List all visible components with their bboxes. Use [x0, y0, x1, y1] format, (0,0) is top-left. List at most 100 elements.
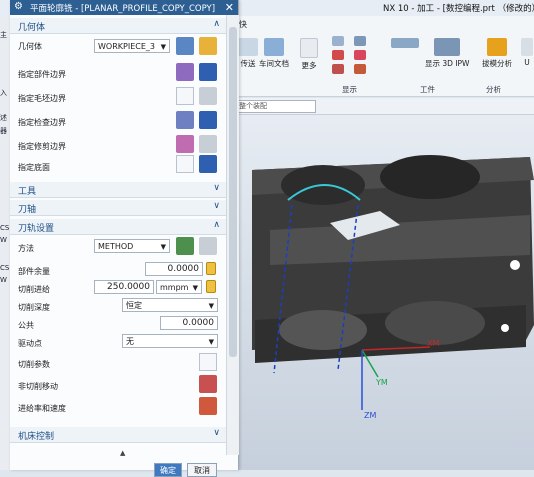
more-label: 更多 — [301, 61, 317, 70]
non-cut-icon[interactable] — [199, 375, 217, 393]
close-icon[interactable]: ✕ — [225, 1, 234, 14]
view-tool-icon — [354, 36, 366, 46]
x-axis-label: XM — [427, 339, 440, 348]
non-cut-label: 非切削移动 — [18, 382, 58, 391]
geometry-value: WORKPIECE_3 — [98, 42, 155, 51]
strip-item[interactable]: CS — [0, 224, 9, 232]
depth-select[interactable]: 恒定 ▼ — [122, 298, 218, 312]
feed-input[interactable]: 250.0000 — [94, 280, 154, 294]
u-icon — [521, 38, 533, 56]
ipw-icon — [434, 38, 461, 56]
trim-boundary-icon[interactable] — [176, 135, 194, 153]
chevron-up-icon: ∧ — [213, 19, 220, 29]
specify-part-boundary: 指定部件边界 — [18, 70, 66, 79]
specify-check-boundary: 指定检查边界 — [18, 118, 66, 127]
circle-icon — [332, 50, 344, 60]
display-3d-ipw-button[interactable]: 显示 3D IPW — [425, 38, 469, 69]
ribbon-tab[interactable]: 快 — [239, 19, 247, 30]
y-axis-label: YM — [376, 378, 388, 387]
strip-item[interactable]: CS — [0, 264, 9, 272]
workpiece-model — [252, 155, 534, 363]
floor-icon[interactable] — [176, 155, 194, 173]
strip-item[interactable]: 述 — [0, 113, 7, 123]
geometry-select[interactable]: WORKPIECE_3 ▼ — [94, 39, 170, 53]
method-select[interactable]: METHOD ▼ — [94, 239, 170, 253]
section-tool[interactable]: 工具 ∨ — [10, 182, 226, 198]
flashlight-icon[interactable] — [199, 111, 217, 129]
feeds-speeds-label: 进给率和速度 — [18, 404, 66, 413]
flashlight-icon[interactable] — [199, 63, 217, 81]
scroll-up-icon[interactable]: ▲ — [120, 449, 125, 457]
cancel-button[interactable]: 取消 — [187, 463, 217, 477]
section-path-settings[interactable]: 刀轨设置 ∧ — [10, 219, 226, 235]
workpiece-tool-icon — [391, 38, 419, 48]
feed-unit-value: mmpm — [160, 283, 189, 292]
dialog-scrollbar[interactable] — [226, 15, 239, 455]
edit-geometry-icon[interactable] — [176, 37, 194, 55]
more-button[interactable]: 更多 — [300, 38, 318, 71]
strip-item[interactable]: W — [0, 276, 7, 284]
wrench-icon[interactable] — [199, 237, 217, 255]
group-display: 显示 — [342, 85, 357, 94]
specify-floor: 指定底面 — [18, 163, 50, 172]
stock-label: 部件余量 — [18, 267, 50, 276]
u-label: U — [524, 58, 530, 67]
lock-icon[interactable] — [206, 262, 216, 275]
section-geometry[interactable]: 几何体 ∧ — [10, 18, 226, 34]
part-boundary-icon[interactable] — [176, 63, 194, 81]
method-value: METHOD — [98, 242, 134, 251]
u-button[interactable]: U — [521, 38, 533, 67]
feeds-speeds-icon[interactable] — [199, 397, 217, 415]
workpiece-tools[interactable] — [390, 38, 420, 50]
drive-label: 驱动点 — [18, 339, 42, 348]
strip-item[interactable]: W — [0, 236, 7, 244]
selection-filter-value: 整个装配 — [239, 102, 267, 110]
edit-method-icon[interactable] — [176, 237, 194, 255]
spline-icon — [354, 64, 366, 74]
lock-icon[interactable] — [206, 280, 216, 293]
deburr-analysis-button[interactable]: 拔模分析 — [482, 38, 512, 69]
strip-item[interactable]: 器 — [0, 126, 7, 136]
shop-doc-button[interactable]: 车间文档 — [259, 38, 289, 69]
specify-trim-boundary: 指定修剪边界 — [18, 142, 66, 151]
common-label: 公共 — [18, 321, 34, 330]
transfer-icon — [238, 38, 258, 56]
strip-item[interactable]: 主 — [0, 30, 7, 40]
target-icon — [354, 50, 366, 60]
scrollbar-thumb[interactable] — [229, 27, 237, 357]
ok-button[interactable]: 确定 — [154, 463, 182, 477]
flashlight-icon[interactable] — [199, 155, 217, 173]
graphics-viewport[interactable]: XM YM ZM — [230, 115, 534, 470]
feed-unit-select[interactable]: mmpm ▼ — [156, 280, 202, 294]
selection-filter[interactable]: 整个装配 — [236, 100, 316, 113]
flashlight-icon[interactable] — [199, 87, 217, 105]
new-geometry-icon[interactable] — [199, 37, 217, 55]
common-input[interactable]: 0.0000 — [160, 316, 218, 330]
drive-select[interactable]: 无 ▼ — [122, 334, 218, 348]
chevron-down-icon: ∨ — [213, 428, 220, 438]
transfer-button[interactable]: 传送 — [238, 38, 258, 69]
display-tools[interactable] — [331, 36, 345, 84]
transfer-label: 传送 — [240, 59, 256, 68]
chevron-down-icon: ▼ — [192, 284, 198, 292]
model-view — [252, 155, 534, 410]
check-boundary-icon[interactable] — [176, 111, 194, 129]
view-tools[interactable] — [353, 36, 367, 84]
strip-item[interactable]: 入 — [0, 88, 7, 98]
deburr-analysis-label: 拔模分析 — [482, 59, 512, 68]
chevron-down-icon: ▼ — [160, 243, 166, 251]
stock-input[interactable]: 0.0000 — [145, 262, 203, 276]
geometry-label: 几何体 — [18, 42, 42, 51]
section-axis[interactable]: 刀轴 ∨ — [10, 200, 226, 216]
section-machine-control[interactable]: 机床控制 ∨ — [10, 427, 226, 443]
dialog-title: 平面轮廓铣 - [PLANAR_PROFILE_COPY_COPY] — [30, 4, 216, 14]
blank-boundary-icon[interactable] — [176, 87, 194, 105]
chevron-down-icon: ▼ — [160, 43, 166, 51]
depth-label: 切削深度 — [18, 303, 50, 312]
dialog-titlebar[interactable]: ⚙ 平面轮廓铣 - [PLANAR_PROFILE_COPY_COPY] ✕ — [10, 0, 238, 15]
curve-icon — [332, 64, 344, 74]
cut-params-icon[interactable] — [199, 353, 217, 371]
flashlight-icon[interactable] — [199, 135, 217, 153]
operation-dialog: ⚙ 平面轮廓铣 - [PLANAR_PROFILE_COPY_COPY] ✕ 几… — [10, 0, 239, 477]
cut-params-label: 切削参数 — [18, 360, 50, 369]
